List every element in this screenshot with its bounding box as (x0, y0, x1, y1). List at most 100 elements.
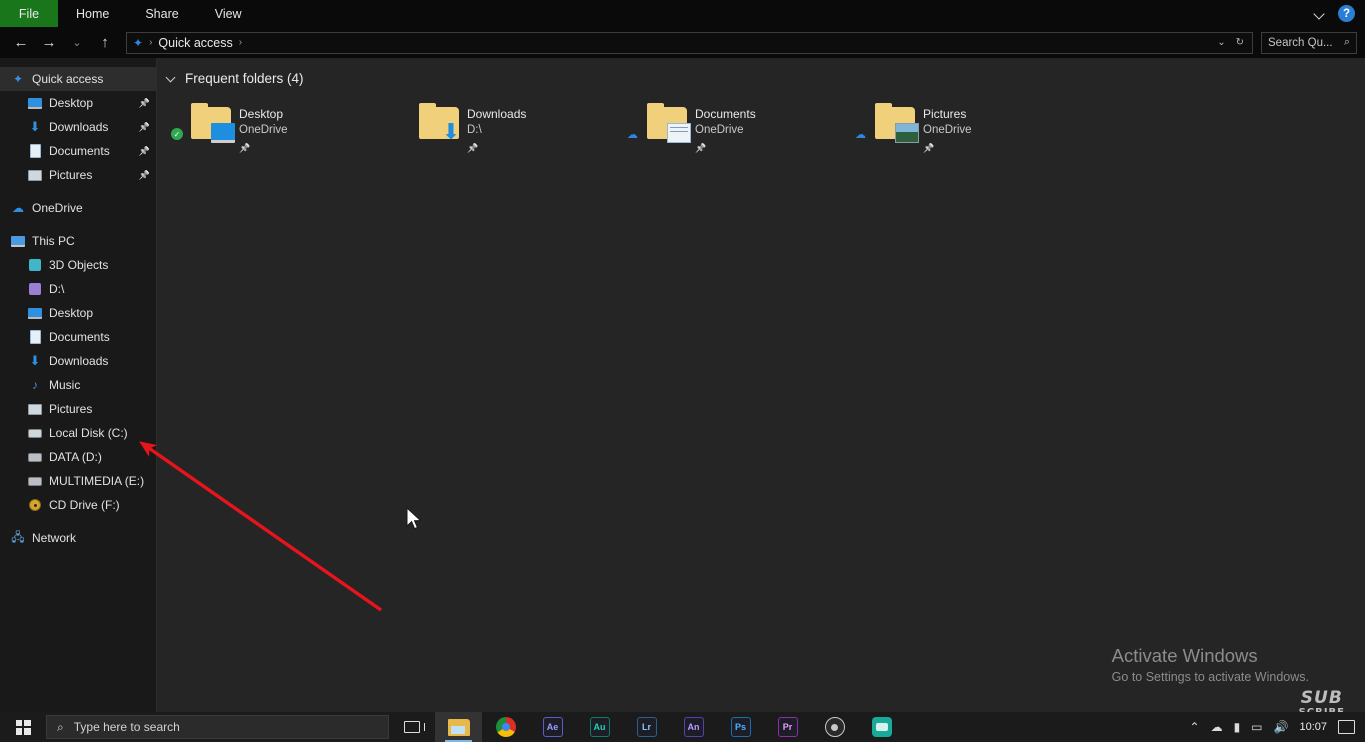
refresh-icon[interactable]: ↻ (1236, 37, 1244, 48)
folder-tile-location: OneDrive (239, 124, 288, 136)
sidebar-item-pictures[interactable]: Pictures 📌 (0, 163, 156, 187)
back-button[interactable]: ← (8, 31, 34, 55)
pin-icon[interactable]: 📌 (695, 140, 706, 156)
sidebar-item-label: Desktop (49, 96, 94, 110)
sidebar-item-label: This PC (32, 234, 75, 248)
nav-section-gap (0, 220, 156, 229)
sidebar-item-documents[interactable]: Documents 📌 (0, 139, 156, 163)
sidebar-item-music[interactable]: ♪ Music (0, 373, 156, 397)
clock[interactable]: 10:07 (1299, 721, 1327, 733)
folder-tile-pictures[interactable]: ☁ Pictures OneDrive 📌 (855, 98, 1083, 156)
pin-icon[interactable]: 📌 (467, 140, 478, 156)
sidebar-item-cd-drive-f[interactable]: CD Drive (F:) (0, 493, 156, 517)
pin-icon[interactable]: 📌 (239, 140, 250, 156)
sidebar-item-desktop[interactable]: Desktop 📌 (0, 91, 156, 115)
address-dropdown-icon[interactable]: ⌄ (1217, 37, 1225, 48)
breadcrumb[interactable]: ✦ › Quick access › ⌄ ↻ (126, 31, 1253, 54)
address-bar: ← → ⌄ ↑ ✦ › Quick access › ⌄ ↻ Search Qu… (0, 27, 1365, 58)
drive-d-icon (27, 281, 43, 297)
sidebar-item-label: Network (32, 531, 77, 545)
display-icon[interactable]: ▭ (1251, 720, 1262, 734)
pin-icon[interactable]: 📌 (923, 140, 934, 156)
picture-icon (27, 401, 43, 417)
sidebar-item-label: Downloads (49, 120, 109, 134)
sidebar-item-downloads[interactable]: ⬇ Downloads 📌 (0, 115, 156, 139)
taskbar-app-file-explorer[interactable] (435, 712, 482, 742)
sync-status-badge (399, 98, 413, 128)
breadcrumb-item-quick-access[interactable]: Quick access (158, 36, 232, 50)
cloud-icon[interactable]: ☁ (1211, 720, 1223, 734)
pin-icon[interactable]: 📌 (139, 98, 150, 109)
sidebar-item-data-d[interactable]: DATA (D:) (0, 445, 156, 469)
desktop-icon (27, 305, 43, 321)
document-icon (27, 143, 43, 159)
forward-button[interactable]: → (36, 31, 62, 55)
adobe-lr-icon: Lr (636, 717, 657, 737)
group-header-frequent-folders[interactable]: Frequent folders (4) (157, 58, 1365, 86)
sidebar-item-downloads[interactable]: ⬇ Downloads (0, 349, 156, 373)
tab-file[interactable]: File (0, 0, 58, 27)
tab-share[interactable]: Share (127, 0, 196, 27)
folder-tile-text: Desktop OneDrive 📌 (239, 98, 288, 156)
recent-locations-button[interactable]: ⌄ (64, 31, 90, 55)
taskbar-app-recorder[interactable] (858, 712, 905, 742)
notification-icon[interactable] (1338, 720, 1355, 734)
sidebar-item-d[interactable]: D:\ (0, 277, 156, 301)
picture-overlay (895, 123, 919, 143)
search-input[interactable]: Search Qu... ⌕ (1261, 31, 1357, 54)
folder-tile-desktop[interactable]: ✓ Desktop OneDrive 📌 (171, 98, 399, 156)
tab-view[interactable]: View (197, 0, 260, 27)
show-hidden-icons-button[interactable]: ⌃ (1190, 720, 1200, 734)
sidebar-item-pictures[interactable]: Pictures (0, 397, 156, 421)
synced-check-icon: ✓ (171, 128, 183, 140)
chevron-down-icon[interactable] (1314, 8, 1326, 20)
taskbar-app-photoshop[interactable]: Ps (717, 712, 764, 742)
taskbar-app-audition[interactable]: Au (576, 712, 623, 742)
start-button[interactable] (0, 712, 46, 742)
taskbar-app-google-chrome[interactable] (482, 712, 529, 742)
cd-drive-icon (27, 497, 43, 513)
folder-tile-text: Pictures OneDrive 📌 (923, 98, 972, 156)
sidebar-item-multimedia-e[interactable]: MULTIMEDIA (E:) (0, 469, 156, 493)
nav-section-gap (0, 517, 156, 526)
task-view-button[interactable] (389, 721, 435, 733)
taskbar-app-obs-studio[interactable] (811, 712, 858, 742)
tab-home[interactable]: Home (58, 0, 127, 27)
document-icon (27, 329, 43, 345)
sidebar-item-network[interactable]: 🖧 Network (0, 526, 156, 550)
usb-icon[interactable]: ▮ (1234, 720, 1241, 734)
search-icon: ⌕ (57, 719, 64, 734)
tab-view-label: View (214, 6, 242, 21)
taskbar-app-premiere-pro[interactable]: Pr (764, 712, 811, 742)
sidebar-item-3d-objects[interactable]: 3D Objects (0, 253, 156, 277)
pin-icon[interactable]: 📌 (139, 122, 150, 133)
nav-section-gap (0, 187, 156, 196)
group-header-label: Frequent folders (4) (185, 71, 304, 86)
up-button[interactable]: ↑ (92, 31, 118, 55)
sidebar-item-desktop[interactable]: Desktop (0, 301, 156, 325)
search-placeholder: Search Qu... (1268, 36, 1333, 49)
volume-icon[interactable]: 🔊 (1274, 720, 1289, 734)
folder-tile-downloads[interactable]: ⬇ Downloads D:\ 📌 (399, 98, 627, 156)
pin-icon[interactable]: 📌 (139, 170, 150, 181)
sidebar-item-onedrive[interactable]: ☁ OneDrive (0, 196, 156, 220)
pin-icon[interactable]: 📌 (139, 146, 150, 157)
taskbar-app-lightroom[interactable]: Lr (623, 712, 670, 742)
sidebar-item-documents[interactable]: Documents (0, 325, 156, 349)
sidebar-item-this-pc[interactable]: This PC (0, 229, 156, 253)
breadcrumb-separator-end[interactable]: › (239, 37, 242, 48)
navigation-pane[interactable]: ✦ Quick access Desktop 📌 ⬇ Downloads 📌 Document… (0, 58, 157, 712)
sidebar-item-quick-access[interactable]: ✦ Quick access (0, 67, 156, 91)
folder-tile-location: OneDrive (923, 124, 972, 136)
sidebar-item-local-disk-c[interactable]: Local Disk (C:) (0, 421, 156, 445)
taskbar-app-after-effects[interactable]: Ae (529, 712, 576, 742)
taskbar-app-animate[interactable]: An (670, 712, 717, 742)
chrome-icon (495, 717, 516, 737)
taskbar-search-input[interactable]: ⌕ Type here to search (46, 715, 389, 739)
chevron-down-icon[interactable] (167, 74, 177, 84)
folder-tile-name: Documents (695, 107, 756, 121)
desktop-icon (27, 95, 43, 111)
folder-tile-documents[interactable]: ☁ Documents OneDrive 📌 (627, 98, 855, 156)
help-icon[interactable]: ? (1338, 5, 1355, 22)
network-icon: 🖧 (11, 529, 25, 544)
